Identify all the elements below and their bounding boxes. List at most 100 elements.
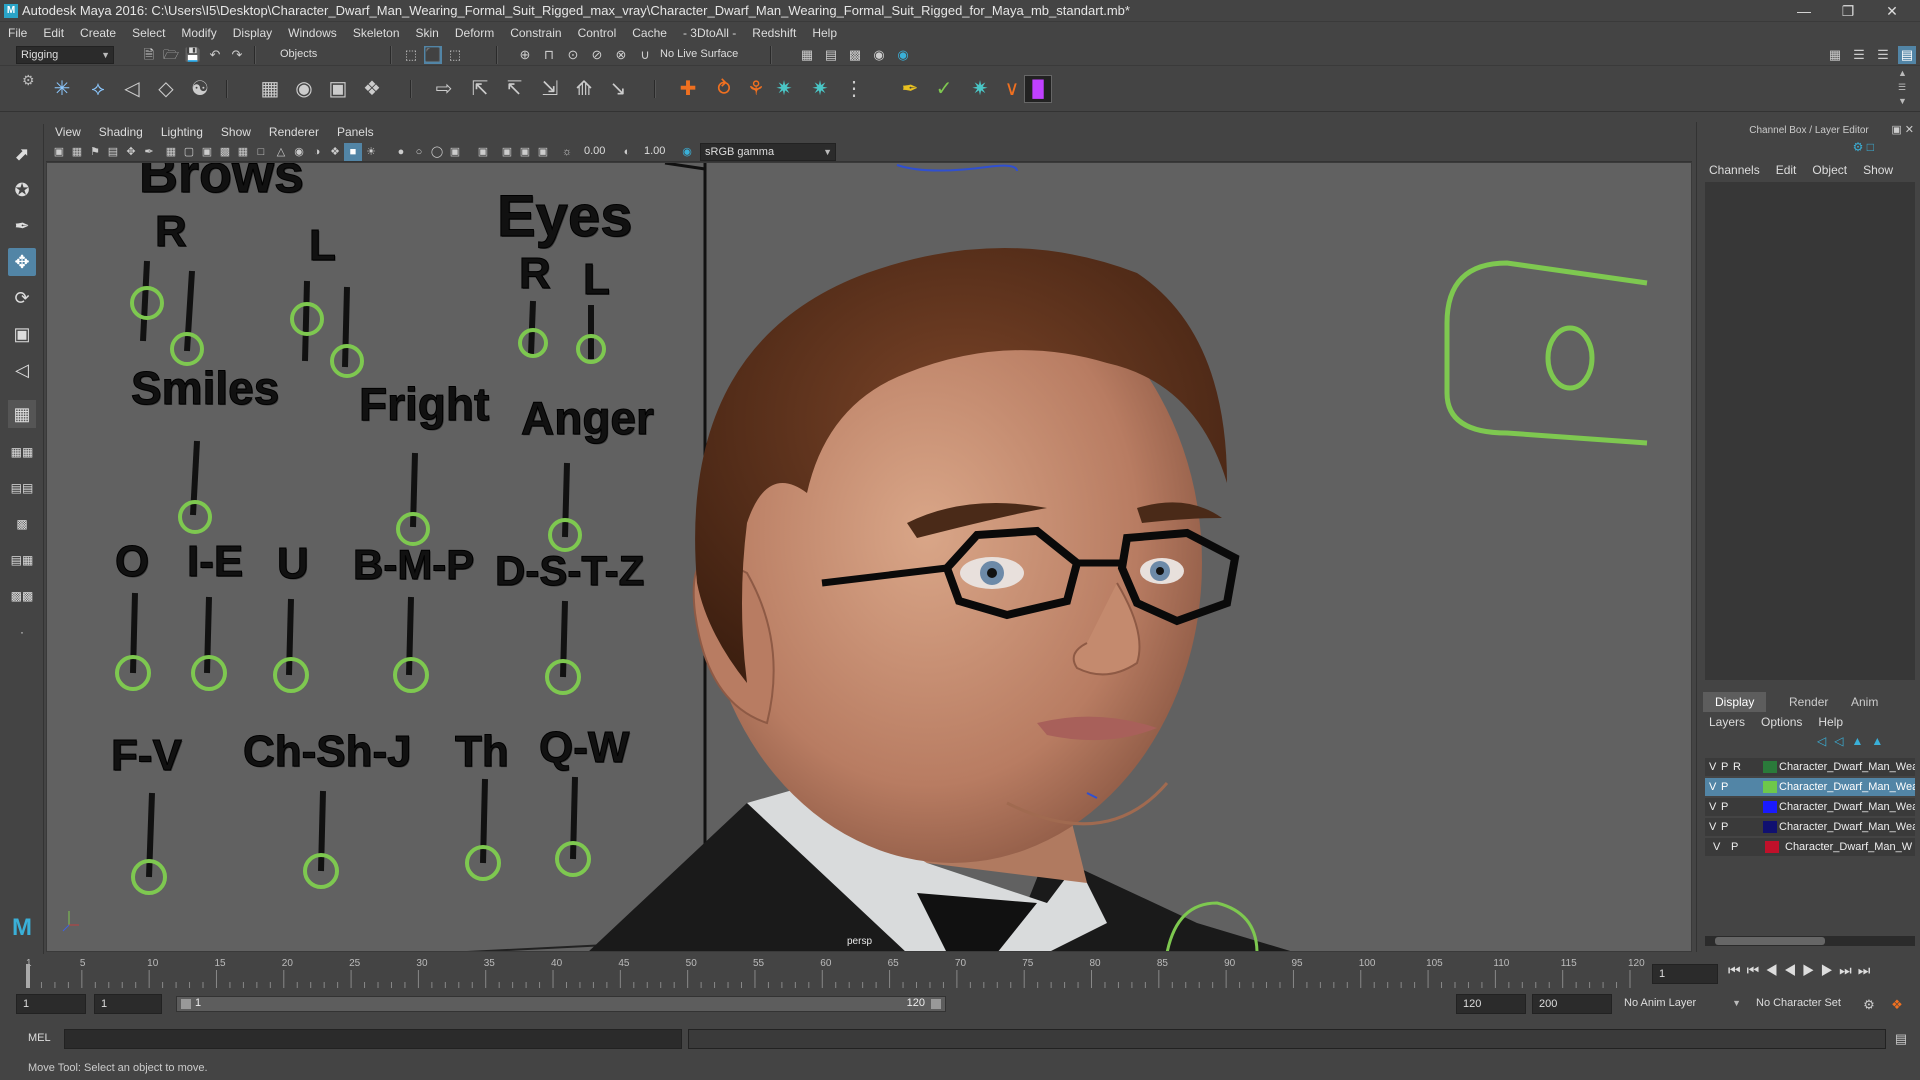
hypershade-icon[interactable]: ◉	[870, 46, 888, 64]
sculpt-icon[interactable]: ✓	[930, 75, 958, 103]
menu-display[interactable]: Display	[225, 22, 280, 44]
isolate-select-icon[interactable]: ▣	[474, 143, 492, 161]
film-gate-icon[interactable]: ▢	[180, 143, 198, 161]
time-ruler[interactable]: 1 5 10 15 20 25 30 35 40 45 50 55 60 65 70 75 80 85 90 95 10…	[22, 954, 1662, 990]
paint-select-icon[interactable]: ✒	[8, 212, 36, 240]
le-menu-options[interactable]: Options	[1753, 712, 1810, 732]
panel-close-icon[interactable]: ▣ ✕	[1891, 123, 1914, 136]
snap-surface-icon[interactable]: ⊗	[612, 46, 630, 64]
layer-scrollbar-thumb[interactable]	[1715, 937, 1825, 945]
locator-icon[interactable]: ✚	[674, 75, 702, 103]
image-plane-icon[interactable]: ▤	[104, 143, 122, 161]
anim-layer-dropdown[interactable]: No Anim Layer ▼	[1620, 994, 1744, 1014]
panel-menu-renderer[interactable]: Renderer	[260, 122, 328, 142]
paint-weights-icon[interactable]: ☯	[186, 75, 214, 103]
menu-edit[interactable]: Edit	[35, 22, 72, 44]
xray-joints-icon[interactable]: ▣	[516, 143, 534, 161]
grease-pencil-icon[interactable]: ✒	[140, 143, 158, 161]
single-perspective-icon[interactable]: ▦	[8, 400, 36, 428]
depth-of-field-icon[interactable]: ▣	[446, 143, 464, 161]
menu-create[interactable]: Create	[72, 22, 124, 44]
layer-tab-render[interactable]: Render	[1777, 692, 1840, 712]
two-d-pan-icon[interactable]: ✥	[122, 143, 140, 161]
range-bar[interactable]: 1 120	[176, 996, 946, 1012]
graph-editor-layout-icon[interactable]: ▩▩	[8, 582, 36, 610]
menu-deform[interactable]: Deform	[447, 22, 502, 44]
persp-graph-layout-icon[interactable]: ▩	[8, 510, 36, 538]
range-end-handle[interactable]	[931, 999, 941, 1009]
scale-tool-icon[interactable]: ▣	[8, 320, 36, 348]
maximize-button[interactable]: ❐	[1828, 1, 1868, 21]
render-view-icon[interactable]: ◉	[894, 46, 912, 64]
open-scene-icon[interactable]: 🗁	[162, 46, 180, 64]
panel-menu-view[interactable]: View	[46, 122, 90, 142]
field-chart-icon[interactable]: ▦	[234, 143, 252, 161]
shelf-menu-icon[interactable]: ☰	[1898, 82, 1906, 93]
hypershade-layout-icon[interactable]: ▤▦	[8, 546, 36, 574]
curve-tool-icon[interactable]: ∨	[998, 75, 1026, 103]
layer-color-swatch[interactable]	[1763, 781, 1777, 793]
layer-row[interactable]: V P Character_Dwarf_Man_Weari	[1705, 778, 1915, 796]
range-start-handle[interactable]	[181, 999, 191, 1009]
layer-row[interactable]: V P R Character_Dwarf_Man_Weari	[1705, 758, 1915, 776]
lattice-icon[interactable]: ▦	[256, 75, 284, 103]
joint-tool-icon[interactable]: ✳	[48, 75, 76, 103]
use-all-lights-icon[interactable]: ■	[344, 143, 362, 161]
gate-mask-icon[interactable]: ▩	[216, 143, 234, 161]
panel-menu-lighting[interactable]: Lighting	[152, 122, 212, 142]
layer-reference-toggle[interactable]: R	[1733, 758, 1743, 776]
redo-icon[interactable]: ↷	[228, 46, 246, 64]
layer-playback-toggle[interactable]: P	[1721, 798, 1731, 816]
menu-skin[interactable]: Skin	[408, 22, 447, 44]
menu-cache[interactable]: Cache	[624, 22, 675, 44]
layer-tab-anim[interactable]: Anim	[1839, 692, 1890, 712]
resolution-gate-icon[interactable]: ▣	[198, 143, 216, 161]
ipr-render-icon[interactable]: ▤	[822, 46, 840, 64]
dot-grid-icon[interactable]: ⋮	[840, 75, 868, 103]
menu-windows[interactable]: Windows	[280, 22, 345, 44]
menu-set-dropdown[interactable]: Rigging ▼	[16, 46, 114, 64]
animation-end-field[interactable]: 200	[1532, 994, 1612, 1014]
tool-settings-icon[interactable]: ☰	[1874, 46, 1892, 64]
magnet-icon[interactable]: ∪	[636, 46, 654, 64]
snap-grid-icon[interactable]: ⊕	[516, 46, 534, 64]
snap-view-icon[interactable]: ⊘	[588, 46, 606, 64]
panel-menu-show[interactable]: Show	[212, 122, 260, 142]
paint-blend-icon[interactable]: ✒	[896, 75, 924, 103]
safe-action-icon[interactable]: □	[252, 143, 270, 161]
attribute-editor-icon[interactable]: ☰	[1850, 46, 1868, 64]
parent-constraint-icon[interactable]: ⟰	[570, 75, 598, 103]
undo-icon[interactable]: ↶	[206, 46, 224, 64]
panel-menu-shading[interactable]: Shading	[90, 122, 152, 142]
menu-redshift[interactable]: Redshift	[744, 22, 804, 44]
motion-blur-icon[interactable]: ○	[410, 143, 428, 161]
layer-visible-toggle[interactable]: V	[1713, 838, 1723, 856]
new-scene-icon[interactable]: 🗎	[140, 46, 158, 64]
cb-menu-edit[interactable]: Edit	[1768, 160, 1805, 180]
camera-select-icon[interactable]: ▣	[50, 143, 68, 161]
rotate-tool-icon[interactable]: ⟳	[8, 284, 36, 312]
layer-color-swatch[interactable]	[1763, 761, 1777, 773]
character-set-dropdown[interactable]: No Character Set	[1752, 994, 1862, 1014]
ik-handle-icon[interactable]: ⟡	[84, 75, 112, 103]
layer-playback-toggle[interactable]: P	[1721, 778, 1731, 796]
close-button[interactable]: ✕	[1872, 1, 1912, 21]
live-surface-label[interactable]: No Live Surface	[660, 48, 738, 60]
panel-menu-panels[interactable]: Panels	[328, 122, 383, 142]
current-time-marker[interactable]	[26, 964, 30, 988]
smooth-shade-icon[interactable]: ◉	[290, 143, 308, 161]
layer-color-swatch[interactable]	[1763, 801, 1777, 813]
shadows-icon[interactable]: ☀	[362, 143, 380, 161]
bind-skin-icon[interactable]: ◇	[152, 75, 180, 103]
layer-playback-toggle[interactable]: P	[1731, 838, 1741, 856]
modeling-toolkit-icon[interactable]: ▦	[1826, 46, 1844, 64]
hik-control-icon[interactable]: ✷	[806, 75, 834, 103]
four-view-layout-icon[interactable]: ▦▦	[8, 438, 36, 466]
layer-row[interactable]: V P Character_Dwarf_Man_W	[1705, 838, 1915, 856]
select-tool-icon[interactable]: ⬈	[8, 140, 36, 168]
pole-vector-icon[interactable]: ↘	[604, 75, 632, 103]
menu-select[interactable]: Select	[124, 22, 173, 44]
viewport-persp[interactable]: Brows R L Eyes R L Smiles Fright Anger O…	[46, 162, 1692, 952]
wire-deformer-icon[interactable]: ❖	[358, 75, 386, 103]
time-slider[interactable]: 1 5 10 15 20 25 30 35 40 45 50 55 60 65 70 75 80 85 90 95 10…	[0, 954, 1920, 990]
